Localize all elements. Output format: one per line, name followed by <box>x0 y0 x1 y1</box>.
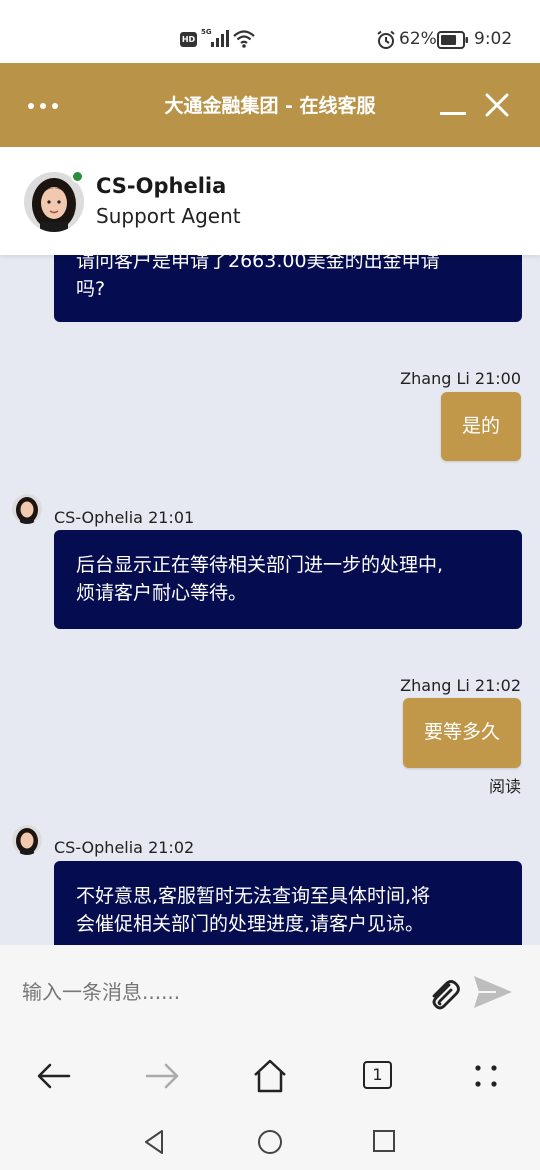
chat-header: 大通金融集团 - 在线客服 <box>0 63 540 147</box>
tabs-icon[interactable]: 1 <box>363 1061 392 1089</box>
message-input-bar <box>0 945 540 1040</box>
signal-icon <box>211 30 229 47</box>
message-meta: Zhang Li 21:00 <box>400 369 521 388</box>
minimize-icon[interactable] <box>440 91 466 117</box>
message-text: 不好意思,客服暂时无法查询至具体时间,将 <box>76 885 431 907</box>
system-nav-bar <box>0 1112 540 1170</box>
message-meta: CS-Ophelia 21:01 <box>54 508 195 527</box>
nav-recents-icon[interactable] <box>372 1129 396 1153</box>
close-icon[interactable] <box>484 92 510 118</box>
agent-message-bubble: 不好意思,客服暂时无法查询至具体时间,将 会催促相关部门的处理进度,请客户见谅。 <box>54 861 522 945</box>
message-input[interactable] <box>22 972 412 1012</box>
user-message-bubble: 要等多久 <box>402 698 521 768</box>
agent-bar: CS-Ophelia Support Agent <box>0 147 540 255</box>
online-status-dot <box>71 170 84 183</box>
more-grid-icon[interactable] <box>466 1056 506 1096</box>
chat-area[interactable]: 请问客户是申请了2663.00美金的出金申请 吗? Zhang Li 21:00… <box>0 255 540 945</box>
user-message-bubble: 是的 <box>440 392 521 461</box>
wifi-icon <box>233 30 255 48</box>
message-text: 请问客户是申请了2663.00美金的出金申请 <box>76 255 440 272</box>
hd-badge: HD <box>180 32 197 47</box>
battery-icon <box>437 31 468 49</box>
agent-name: CS-Ophelia <box>96 174 227 198</box>
status-bar: HD 5G 62% 9:02 <box>0 0 540 63</box>
message-text: 吗? <box>76 278 106 300</box>
message-meta: CS-Ophelia 21:02 <box>54 838 195 857</box>
message-text: 会催促相关部门的处理进度,请客户见谅。 <box>76 913 425 935</box>
browser-toolbar <box>0 1040 540 1112</box>
message-text: 烦请客户耐心等待。 <box>76 582 248 604</box>
paperclip-icon[interactable] <box>425 975 463 1013</box>
message-text: 后台显示正在等待相关部门进一步的处理中, <box>76 554 444 576</box>
nav-home-icon[interactable] <box>257 1129 283 1155</box>
forward-arrow-icon[interactable] <box>142 1056 182 1096</box>
message-meta: Zhang Li 21:02 <box>400 676 521 695</box>
clock: 9:02 <box>474 29 513 49</box>
agent-message-bubble: 请问客户是申请了2663.00美金的出金申请 吗? <box>54 255 522 322</box>
alarm-icon <box>377 30 395 49</box>
agent-role: Support Agent <box>96 204 241 228</box>
agent-message-bubble: 后台显示正在等待相关部门进一步的处理中, 烦请客户耐心等待。 <box>54 530 522 629</box>
read-receipt: 阅读 <box>488 777 521 796</box>
home-icon[interactable] <box>250 1056 290 1096</box>
message-text: 要等多久 <box>423 721 500 743</box>
avatar <box>12 494 42 524</box>
battery-percent: 62% <box>399 29 437 49</box>
nav-back-icon[interactable] <box>142 1129 166 1155</box>
back-arrow-icon[interactable] <box>34 1056 74 1096</box>
send-icon[interactable] <box>472 974 514 1010</box>
message-text: 是的 <box>461 415 500 437</box>
avatar <box>12 825 42 855</box>
